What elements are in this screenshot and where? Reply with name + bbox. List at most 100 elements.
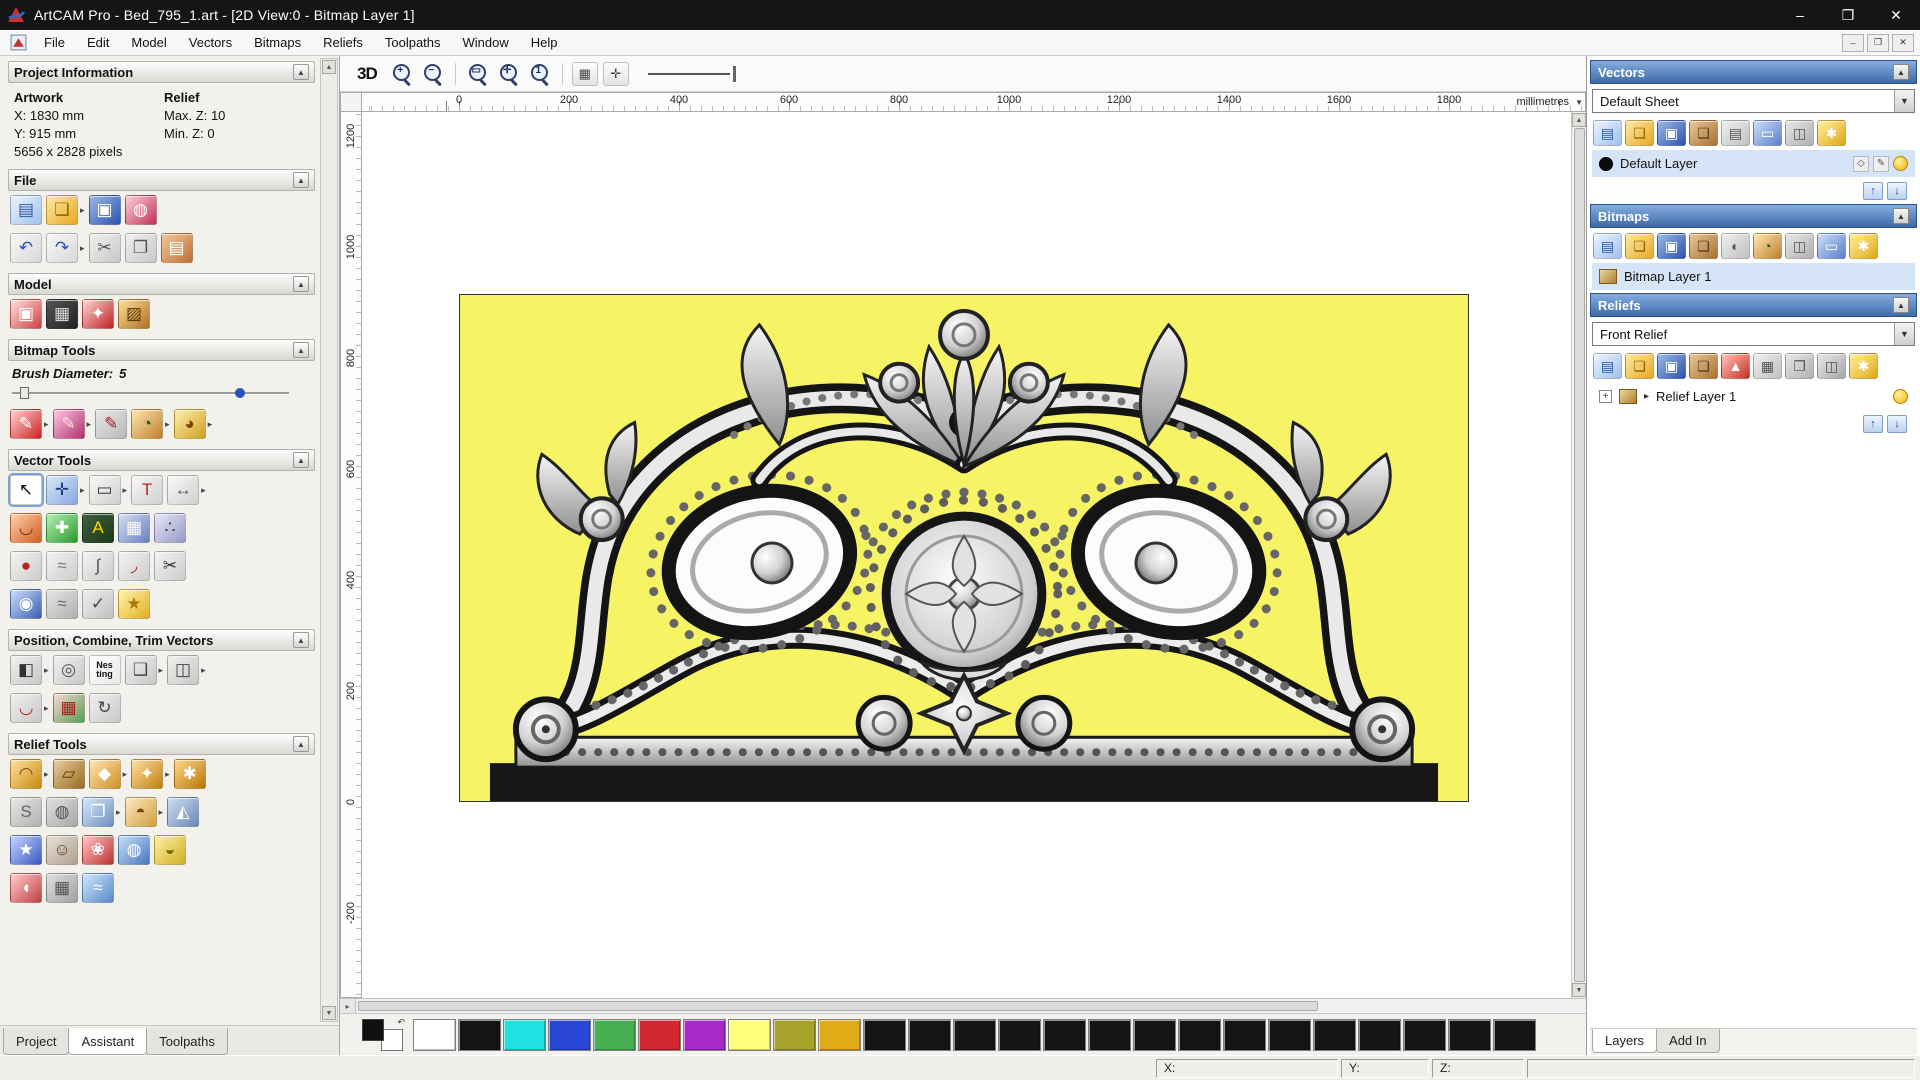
collapse-arrow-icon[interactable]: ▲ [293, 342, 309, 358]
canvas-vertical-scrollbar[interactable]: ▲ ▼ [1571, 112, 1586, 998]
weld-vectors-icon[interactable]: ◫ [167, 655, 200, 685]
colour-swatch-white[interactable] [413, 1018, 456, 1051]
relief-select[interactable]: Front Relief ▼ [1592, 322, 1915, 346]
add-clipart-icon[interactable]: ✦ [131, 759, 164, 789]
tab-project[interactable]: Project [3, 1028, 70, 1055]
two-rail-sweep-icon[interactable]: ≈ [82, 873, 114, 903]
move-layer-up-icon[interactable]: ↑ [1863, 182, 1883, 200]
zoom-in-icon[interactable]: + [389, 61, 415, 87]
colour-swatch-black[interactable] [863, 1018, 906, 1051]
erase-bitmap-icon[interactable]: ▭ [1817, 233, 1846, 259]
block-copy-icon[interactable]: ▦ [52, 693, 85, 723]
zoom-out-icon[interactable]: − [420, 61, 446, 87]
pane-splitter-icon[interactable]: ▸ [340, 999, 356, 1013]
open-bitmap-layer-icon[interactable]: ❏ [1625, 233, 1654, 259]
artwork-image[interactable] [459, 294, 1469, 802]
vector-layer-row[interactable]: Default Layer ◇ ✎ [1592, 150, 1915, 177]
smooth-relief-icon-flyout[interactable]: ▸ [44, 769, 49, 780]
rectangle-tool-icon-flyout[interactable]: ▸ [123, 485, 128, 496]
draw-icon[interactable]: ✎ [95, 409, 128, 439]
section-header-bitmap-tools[interactable]: Bitmap Tools ▲ [8, 339, 315, 361]
sculpting-icon[interactable]: ▱ [52, 759, 85, 789]
section-header-relief-tools[interactable]: Relief Tools ▲ [8, 733, 315, 755]
section-header-vector-tools[interactable]: Vector Tools ▲ [8, 449, 315, 471]
guides-toggle-icon[interactable]: ✛ [602, 61, 629, 86]
shape-editor-icon[interactable]: ◆ [88, 759, 121, 789]
bitmap-colours-icon[interactable]: ◔ [1753, 233, 1782, 259]
colour-swatch-gold[interactable] [818, 1018, 861, 1051]
bitmap-layer-row[interactable]: Bitmap Layer 1 [1592, 263, 1915, 290]
colour-swatch-black[interactable] [953, 1018, 996, 1051]
child-minimize-button[interactable]: – [1842, 33, 1864, 52]
rotate-copy-icon[interactable]: ↻ [88, 693, 121, 723]
save-file-icon[interactable]: ▣ [88, 195, 121, 225]
expand-arrow-icon[interactable]: ▸ [1644, 391, 1649, 402]
export-vectors-icon[interactable]: ▤ [1721, 120, 1750, 146]
slider-handle[interactable] [20, 387, 29, 399]
collapse-arrow-icon[interactable]: ▲ [1893, 297, 1909, 313]
tab-add-in[interactable]: Add In [1656, 1029, 1720, 1053]
open-vector-layer-icon[interactable]: ❏ [1625, 120, 1654, 146]
select-vectors-icon[interactable]: ↖ [8, 473, 44, 507]
paint-icon[interactable]: ✎ [10, 409, 42, 439]
line-width-control[interactable] [647, 64, 740, 84]
colour-swatch-black[interactable] [1403, 1018, 1446, 1051]
assistant-panel-scrollbar[interactable]: ▲ ▼ [320, 58, 338, 1022]
open-file-icon-flyout[interactable]: ▸ [80, 205, 85, 216]
paint-selective-icon-flyout[interactable]: ▸ [87, 419, 92, 430]
colour-swatch-black[interactable] [1268, 1018, 1311, 1051]
menu-window[interactable]: Window [452, 31, 520, 54]
save-bitmap-layer-icon[interactable]: ▣ [1657, 233, 1686, 259]
section-header-model[interactable]: Model ▲ [8, 273, 315, 295]
import-vectors-icon[interactable]: ❏ [1689, 120, 1718, 146]
move-layer-down-icon[interactable]: ↓ [1887, 182, 1907, 200]
new-relief-layer-icon[interactable]: ▤ [1593, 353, 1622, 379]
dome-icon-flyout[interactable]: ▸ [159, 807, 164, 818]
group-vectors-icon-flyout[interactable]: ▸ [159, 665, 164, 676]
duplicate-relief-icon[interactable]: ❐ [1785, 353, 1814, 379]
texture-relief-icon[interactable]: ◍ [118, 835, 150, 865]
visibility-bulb-icon[interactable] [1893, 389, 1908, 404]
menu-model[interactable]: Model [120, 31, 177, 54]
merge-vector-layers-icon[interactable]: ◫ [1785, 120, 1814, 146]
colour-swatch-red[interactable] [638, 1018, 681, 1051]
fan-relief-icon[interactable]: ❀ [82, 835, 114, 865]
weave-wizard-icon[interactable]: ◍ [46, 797, 78, 827]
nesting-icon[interactable]: Nes ting [88, 655, 121, 685]
vector-doctor-icon[interactable]: ✓ [82, 589, 114, 619]
open-file-icon[interactable]: ❏ [46, 195, 78, 225]
arc-tool-icon[interactable]: ◞ [118, 551, 150, 581]
collapse-arrow-icon[interactable]: ▲ [293, 64, 309, 80]
undo-icon[interactable]: ↶ [10, 233, 42, 263]
measure-icon[interactable]: ↔ [167, 475, 200, 505]
scrollbar-thumb[interactable] [1573, 128, 1585, 982]
collapse-arrow-icon[interactable]: ▲ [1893, 64, 1909, 80]
vectors-section-header[interactable]: Vectors ▲ [1590, 60, 1917, 84]
align-vectors-icon[interactable]: ◧ [10, 655, 42, 685]
menu-help[interactable]: Help [520, 31, 569, 54]
free-sketch-icon[interactable]: ≈ [46, 551, 78, 581]
collapse-arrow-icon[interactable]: ▲ [293, 276, 309, 292]
flood-fill-icon-flyout[interactable]: ▸ [208, 419, 213, 430]
flood-fill-icon[interactable]: ◕ [173, 409, 206, 439]
sheet-select[interactable]: Default Sheet ▼ [1592, 89, 1915, 113]
primary-secondary-colour-selector[interactable]: ↶ [359, 1017, 407, 1053]
emboss-icon[interactable]: ◭ [167, 797, 200, 827]
weave-vectors-icon[interactable]: ≈ [46, 589, 78, 619]
ruler-unit-label[interactable]: millimetres [1516, 96, 1569, 108]
paste-along-curve-icon[interactable]: ∴ [154, 513, 186, 543]
align-vectors-icon-flyout[interactable]: ▸ [44, 665, 49, 676]
scroll-down-icon[interactable]: ▼ [322, 1006, 336, 1020]
offset-vectors-icon[interactable]: ◡ [10, 513, 42, 543]
visibility-bulb-icon[interactable] [1893, 156, 1908, 171]
colour-swatch-black[interactable] [458, 1018, 501, 1051]
colour-swatch-black[interactable] [908, 1018, 951, 1051]
redo-icon-flyout[interactable]: ▸ [80, 243, 85, 254]
colour-swatch-purple[interactable] [683, 1018, 726, 1051]
tab-layers[interactable]: Layers [1592, 1029, 1658, 1053]
colour-swatch-olive[interactable] [773, 1018, 816, 1051]
colour-swatch-blue[interactable] [548, 1018, 591, 1051]
weld-vectors-icon-flyout[interactable]: ▸ [201, 665, 206, 676]
scroll-up-icon[interactable]: ▲ [1572, 113, 1586, 127]
view-3d-button[interactable]: 3D [350, 63, 384, 85]
